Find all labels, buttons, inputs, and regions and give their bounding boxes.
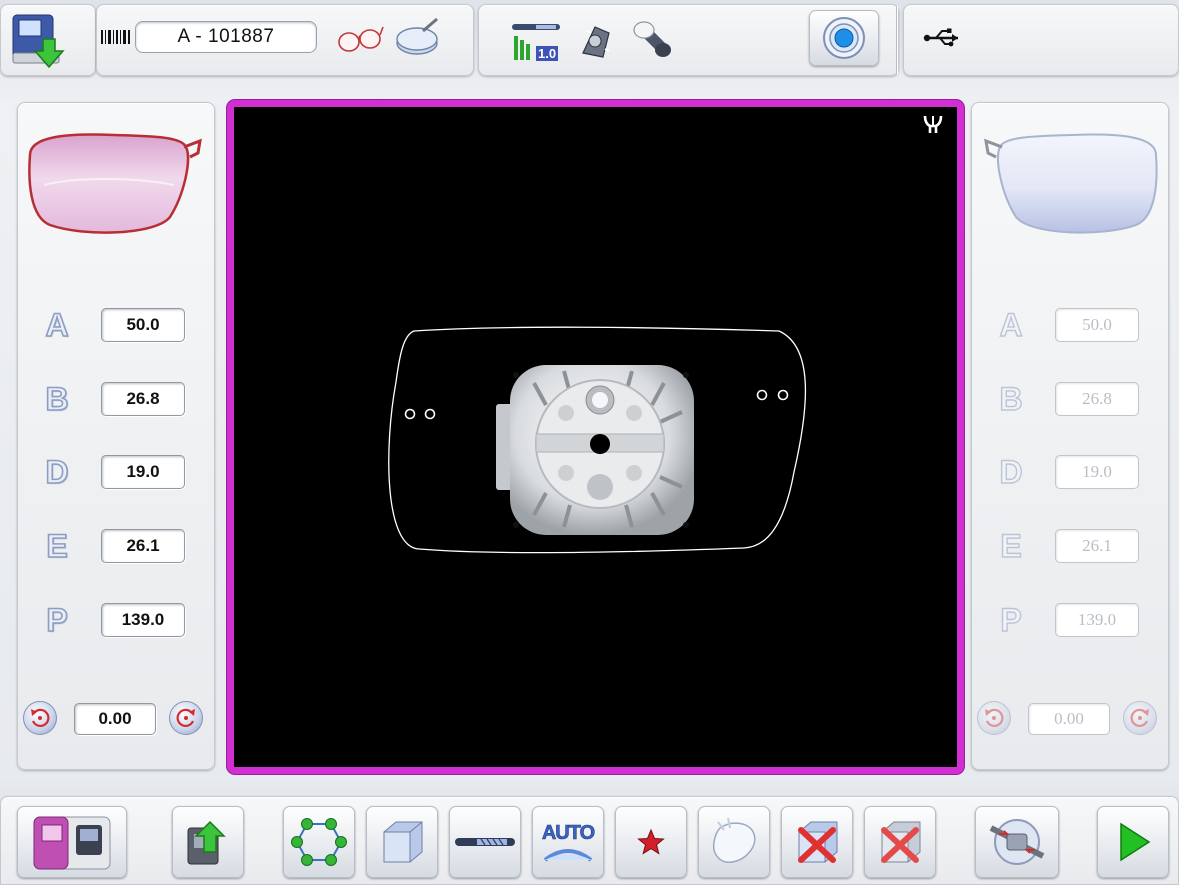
param-letter-a: A [999,306,1024,343]
clamp-pressure-icon [989,819,1045,865]
param-a-field[interactable]: 50.0 [101,308,185,342]
tool-wear-icon[interactable]: 1.0 [508,20,564,64]
rotate-cw-button[interactable] [1123,701,1157,735]
drilling-points-icon [291,818,347,866]
clamp-pad-icon[interactable] [628,18,676,64]
param-letter-d: D [999,453,1024,490]
param-letter-a: A [45,306,70,344]
glasses-frame-icon[interactable] [336,20,384,56]
rotate-cw-icon [176,708,195,728]
centering-target-icon [823,17,865,59]
edger-machine-icon [33,816,111,870]
auto-bevel-button[interactable]: AUTO [532,806,604,878]
param-a-field[interactable]: 50.0 [1055,308,1139,342]
job-id-field[interactable]: A - 101887 [135,21,317,53]
param-b-field[interactable]: 26.8 [101,382,185,416]
import-job-icon[interactable] [6,8,74,72]
play-icon [1120,822,1151,862]
rotate-ccw-icon [31,708,50,728]
lens-material-icon [383,821,423,863]
param-letter-p: P [46,601,69,639]
rotate-cw-icon [1130,708,1149,728]
export-job-button[interactable] [172,806,244,878]
rotation-field[interactable]: 0.00 [1028,703,1110,735]
tool-wear-value: 1.0 [536,46,559,61]
param-letter-b: B [45,380,70,418]
clamp-pressure-button[interactable] [975,806,1059,878]
param-e-field[interactable]: 26.1 [1055,529,1139,563]
export-job-icon [187,820,226,865]
status-separator [896,6,897,74]
param-letter-e: E [1000,527,1023,564]
rotate-ccw-icon [985,708,1004,728]
cancel-edit-button[interactable] [781,806,853,878]
left-lens-panel: A 50.0 B 26.8 D 19.0 E 26.1 P 139.0 0.00 [971,102,1169,770]
barcode-icon [101,28,131,46]
drill-bit-icon[interactable] [922,113,944,135]
param-letter-b: B [999,380,1024,417]
star-icon [637,828,665,855]
adapter-icon[interactable] [574,18,618,62]
lens-icon[interactable] [392,14,444,60]
right-lens-shape-icon[interactable] [24,125,204,241]
param-letter-e: E [46,527,69,565]
bevel-type-icon [455,838,515,846]
param-d-field[interactable]: 19.0 [1055,455,1139,489]
auto-bevel-icon [543,849,593,862]
param-p-field[interactable]: 139.0 [1055,603,1139,637]
start-button[interactable] [1097,806,1169,878]
param-letter-p: P [1000,601,1023,638]
param-e-field[interactable]: 26.1 [101,529,185,563]
delete-icon [881,821,921,863]
rotate-cw-button[interactable] [169,701,203,735]
cancel-icon [798,821,838,863]
rotation-field[interactable]: 0.00 [74,703,156,735]
edger-machine-button[interactable] [17,806,127,878]
auto-label: AUTO [541,822,596,845]
favorites-button[interactable] [615,806,687,878]
blocking-holder-icon [496,365,694,535]
param-letter-d: D [45,453,70,491]
delete-job-button[interactable] [864,806,936,878]
polish-icon [712,817,756,863]
usb-icon [922,26,964,50]
left-lens-shape-icon[interactable] [982,125,1162,241]
rotate-ccw-button[interactable] [23,701,57,735]
param-b-field[interactable]: 26.8 [1055,382,1139,416]
bevel-type-button[interactable] [449,806,521,878]
drilling-points-button[interactable] [283,806,355,878]
centering-button[interactable] [809,10,879,66]
rotate-ccw-button[interactable] [977,701,1011,735]
lens-material-button[interactable] [366,806,438,878]
param-p-field[interactable]: 139.0 [101,603,185,637]
right-lens-panel: A 50.0 B 26.8 D 19.0 E 26.1 P 139.0 0.00 [17,102,215,770]
edging-viewport[interactable] [227,100,964,774]
param-d-field[interactable]: 19.0 [101,455,185,489]
polish-button[interactable] [698,806,770,878]
